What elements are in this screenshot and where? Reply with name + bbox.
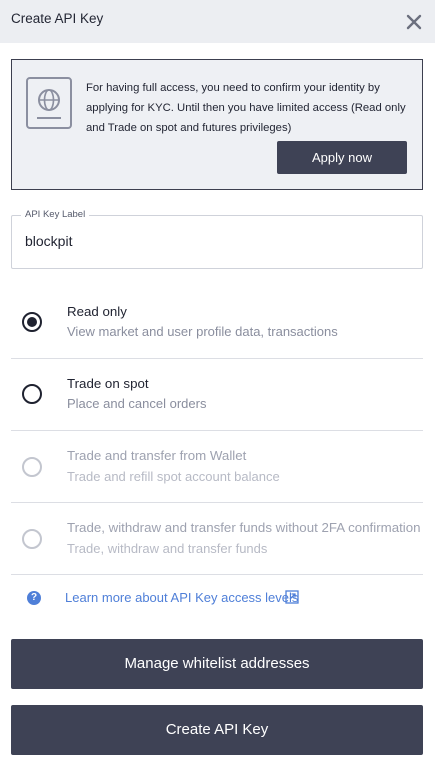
api-key-label-legend: API Key Label [21,209,90,220]
kyc-message: For having full access, you need to conf… [86,82,406,134]
radio-trade-transfer-wallet [22,457,42,477]
api-key-label-field[interactable]: API Key Label blockpit [11,209,423,269]
option-title: Trade on spot [67,376,149,391]
manage-whitelist-button[interactable]: Manage whitelist addresses [11,639,423,689]
dialog-title: Create API Key [11,11,104,26]
option-title: Trade and transfer from Wallet [67,448,247,463]
radio-withdraw-no-2fa [22,529,42,549]
create-api-key-button[interactable]: Create API Key [11,705,423,755]
learn-more-row: ? Learn more about API Key access levels [11,585,423,615]
option-withdraw-no-2fa: Trade, withdraw and transfer funds witho… [11,503,423,575]
option-description: Place and cancel orders [67,396,207,411]
option-trade-on-spot[interactable]: Trade on spot Place and cancel orders [11,359,423,431]
close-icon[interactable] [401,9,427,35]
passport-icon [26,77,72,129]
option-read-only[interactable]: Read only View market and user profile d… [11,287,423,359]
option-description: Trade, withdraw and transfer funds [67,541,268,556]
apply-now-button[interactable]: Apply now [277,141,407,174]
option-title: Trade, withdraw and transfer funds witho… [67,520,421,535]
kyc-notice: For having full access, you need to conf… [11,59,423,190]
option-description: View market and user profile data, trans… [67,324,338,339]
radio-read-only[interactable] [22,312,42,332]
learn-more-link[interactable]: Learn more about API Key access levels [65,590,298,605]
api-key-label-input[interactable]: blockpit [25,233,72,249]
option-description: Trade and refill spot account balance [67,469,280,484]
external-link-icon[interactable] [285,590,299,604]
option-title: Read only [67,304,127,319]
radio-trade-on-spot[interactable] [22,384,42,404]
option-trade-transfer-wallet: Trade and transfer from Wallet Trade and… [11,431,423,503]
help-icon: ? [27,591,41,605]
dialog-header: Create API Key [0,0,435,43]
